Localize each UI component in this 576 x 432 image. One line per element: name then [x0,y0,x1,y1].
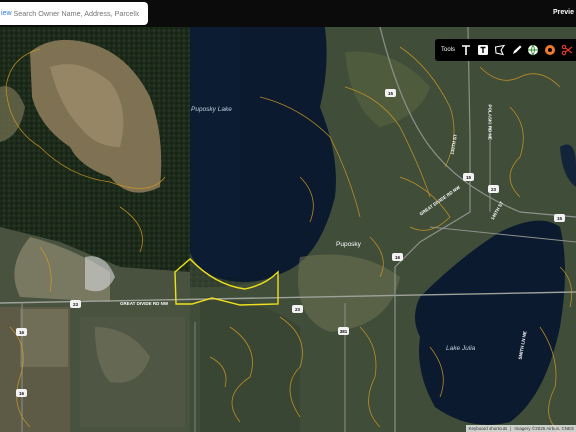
map-attribution: Keyboard shortcuts | Imagery ©2025 Airbu… [466,425,576,432]
text-tool-icon[interactable] [459,43,474,58]
route-shield: 16 [16,328,27,336]
route-shield: 16 [392,253,403,261]
map-canvas[interactable]: Puposky Lake Lake Julia Puposky GREAT DI… [0,27,576,432]
route-shield: 16 [16,389,27,397]
view-link[interactable]: iew [1,10,12,17]
route-shield: 23 [488,185,499,193]
road-label: GREAT DIVIDE RD NW [120,301,169,306]
place-label-puposky: Puposky [336,241,361,248]
route-shield: 15 [463,173,474,181]
imagery-credit: Imagery ©2025 Airbus, CNES [514,426,574,431]
polygon-tool-icon[interactable] [492,43,507,58]
globe-icon[interactable] [526,43,541,58]
route-shield: 15 [385,89,396,97]
top-bar: iew Previe [0,0,576,27]
tools-panel: Tools [435,39,576,61]
pencil-tool-icon[interactable] [509,43,524,58]
route-shield: 23 [70,300,81,308]
scissors-icon[interactable] [559,43,574,58]
keyboard-shortcuts-link[interactable]: Keyboard shortcuts [468,426,507,431]
route-shield: 381 [338,327,349,335]
road-label: POLASKI RD NE [487,104,493,140]
preview-button[interactable]: Previe [553,9,574,16]
lake-label-julia: Lake Julia [446,345,476,352]
route-shield: 15 [554,214,565,222]
tools-label: Tools [441,47,456,53]
route-shield: 23 [292,305,303,313]
record-icon[interactable] [543,43,558,58]
satellite-map [0,27,576,432]
text-box-tool-icon[interactable] [476,43,491,58]
search-box[interactable]: iew [0,2,148,25]
lake-label-puposky: Puposky Lake [191,106,232,113]
search-input[interactable] [11,9,139,18]
